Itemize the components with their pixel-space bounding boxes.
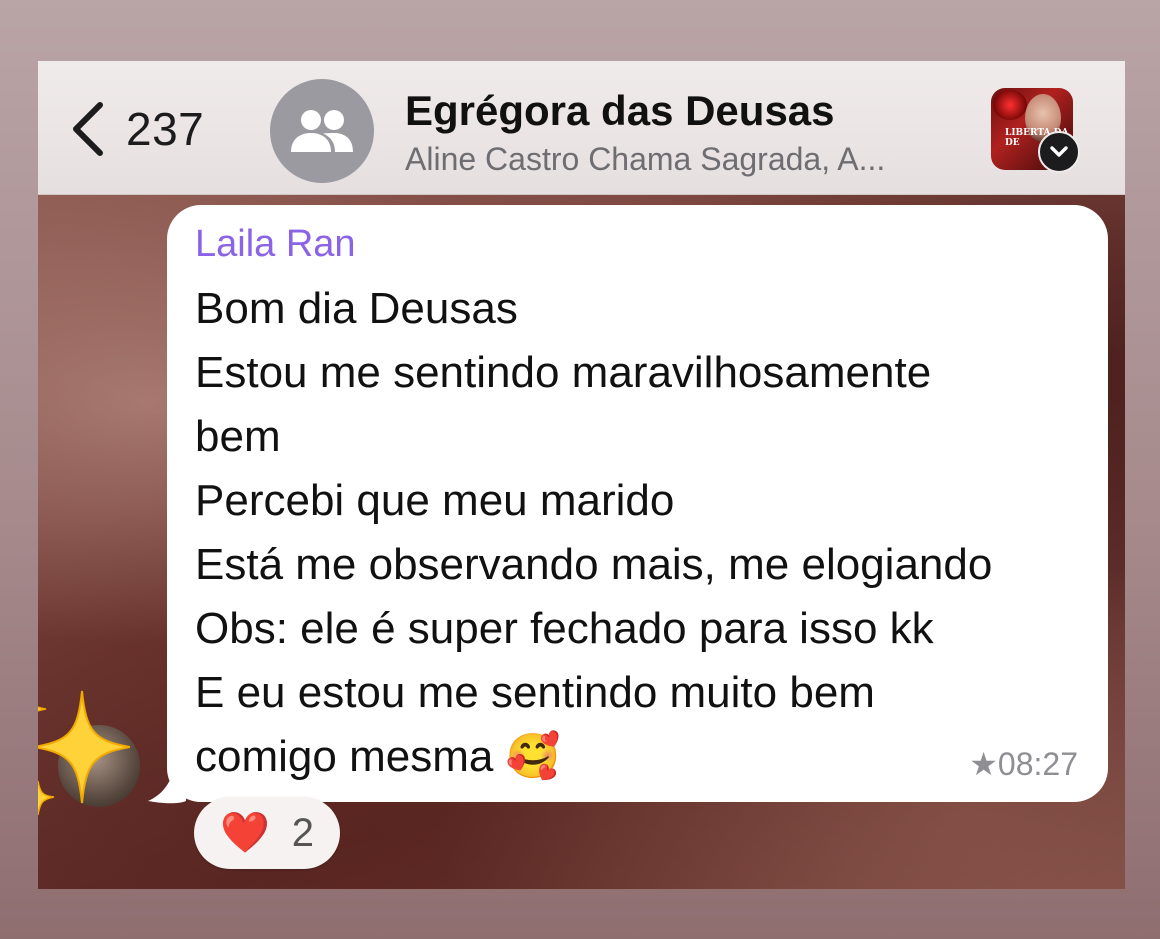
message-line: bem	[195, 412, 281, 461]
group-avatar[interactable]	[270, 79, 374, 183]
chevron-left-icon	[73, 102, 103, 156]
message-line: Obs: ele é super fechado para isso kk	[195, 604, 934, 653]
chat-screen: 237 Egrégora das Deusas Aline Castro Cha…	[38, 61, 1125, 889]
chevron-down-icon	[1050, 146, 1068, 157]
thumbnail-flowers	[993, 90, 1027, 120]
back-button[interactable]: 237	[70, 97, 230, 161]
reaction-pill[interactable]: ❤️ 2	[194, 797, 340, 869]
message-line: Está me observando mais, me elogiando	[195, 540, 993, 589]
message-bubble[interactable]: Laila Ran Bom dia Deusas Estou me sentin…	[167, 205, 1108, 802]
chat-members-subtitle[interactable]: Aline Castro Chama Sagrada, A...	[405, 141, 885, 178]
heart-reaction-icon: ❤️	[219, 811, 270, 855]
reaction-count: 2	[291, 810, 315, 855]
message-line: E eu estou me sentindo muito bem	[195, 668, 875, 717]
expand-badge[interactable]	[1038, 131, 1080, 173]
message-line: comigo mesma 🥰	[195, 732, 561, 781]
sender-name[interactable]: Laila Ran	[195, 223, 356, 266]
chat-header: 237 Egrégora das Deusas Aline Castro Cha…	[38, 61, 1125, 195]
sparkles-icon	[38, 690, 130, 816]
message-line: Percebi que meu marido	[195, 476, 675, 525]
unread-count: 237	[126, 103, 205, 155]
chat-title[interactable]: Egrégora das Deusas	[405, 87, 835, 135]
message-line: Bom dia Deusas	[195, 284, 518, 333]
message-timestamp: ★08:27	[969, 746, 1078, 782]
group-people-icon	[291, 110, 353, 152]
message-line: Estou me sentindo maravilhosamente	[195, 348, 932, 397]
